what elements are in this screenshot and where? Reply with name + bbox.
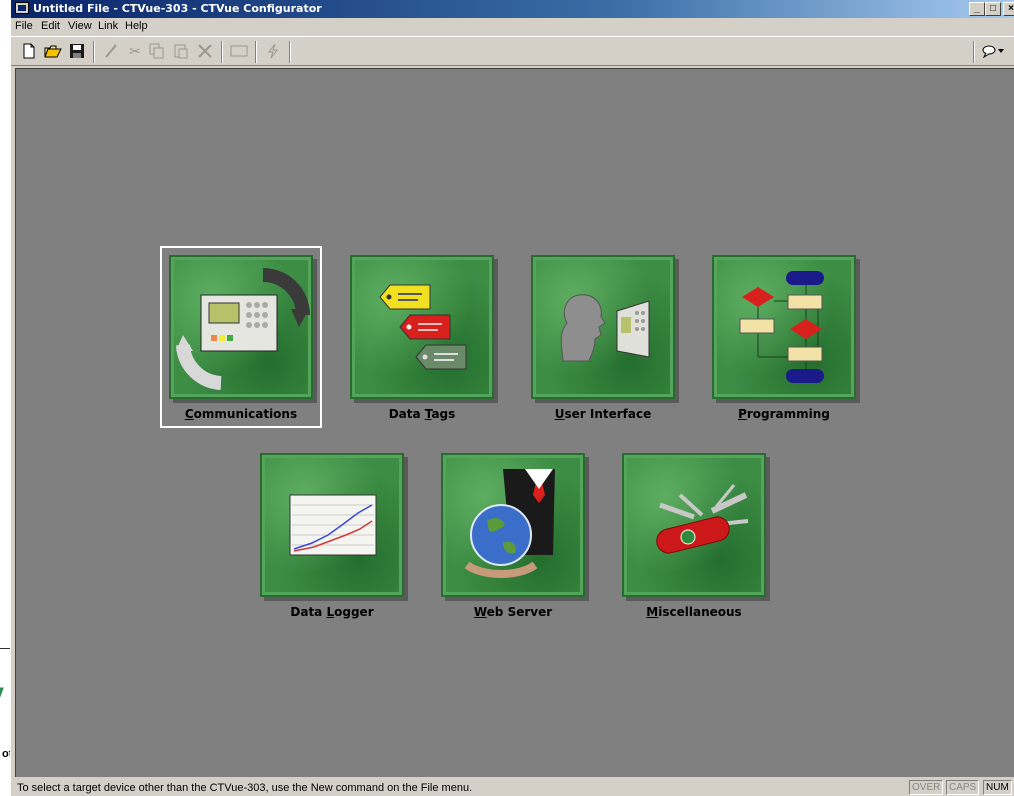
title-bar[interactable]: Untitled File - CTVue-303 - CTVue Config… [11,0,1014,18]
paste-icon[interactable] [171,42,191,60]
tile-communications[interactable]: Communications [169,255,313,421]
data-logger-icon [260,453,404,597]
minimize-button[interactable]: _ [969,2,985,16]
tile-data-logger[interactable]: Data Logger [260,453,404,619]
toolbar: ✂ [11,36,1014,66]
menu-edit[interactable]: Edit [41,20,60,32]
tile-user-interface[interactable]: User Interface [531,255,675,421]
open-folder-icon[interactable] [43,42,63,60]
maximize-button[interactable]: □ [985,2,1001,16]
lightning-icon[interactable] [263,42,283,60]
menu-view[interactable]: View [68,20,92,32]
programming-icon [712,255,856,399]
background-divider [0,648,10,649]
tile-label: Data Logger [290,605,374,619]
app-icon[interactable] [15,2,29,14]
toolbar-separator [221,41,223,63]
tile-label: Web Server [473,605,553,619]
data-tags-icon [350,255,494,399]
toolbar-separator [255,41,257,63]
tile-programming[interactable]: Programming [712,255,856,421]
status-message: To select a target device other than the… [17,782,473,794]
new-file-icon[interactable] [19,42,39,60]
copy-icon[interactable] [147,42,167,60]
toolbar-separator [289,41,291,63]
toolbar-separator [973,41,975,63]
user-interface-icon [531,255,675,399]
tile-miscellaneous[interactable]: Miscellaneous [622,453,766,619]
rectangle-icon[interactable] [229,42,249,60]
status-indicator-num: NUM [983,780,1012,795]
web-server-icon [441,453,585,597]
close-button[interactable]: × [1003,2,1014,16]
pencil-icon[interactable] [101,42,121,60]
toolbar-separator [93,41,95,63]
tile-web-server[interactable]: Web Server [441,453,585,619]
background-logo: V [0,682,10,740]
status-indicator-caps: CAPS [946,780,980,795]
tile-data-tags[interactable]: Data Tags [350,255,494,421]
tile-label: Programming [738,407,830,421]
menu-bar: File Edit View Link Help [11,18,1014,36]
tile-label: Communications [184,407,298,421]
status-indicator-over: OVER [909,780,944,795]
communications-icon [169,255,313,399]
menu-help[interactable]: Help [125,20,148,32]
cut-icon[interactable]: ✂ [125,42,145,60]
configurator-window: Untitled File - CTVue-303 - CTVue Config… [10,0,1014,796]
balloon-icon[interactable] [979,42,1007,60]
window-title: Untitled File - CTVue-303 - CTVue Config… [33,2,322,15]
miscellaneous-icon [622,453,766,597]
tile-label: Miscellaneous [646,605,742,619]
menu-link[interactable]: Link [98,20,118,32]
tile-label: Data Tags [388,407,456,421]
status-bar: To select a target device other than the… [11,777,1014,796]
workspace-area: Communications Data Tags User Interface … [15,68,1014,777]
tile-label: User Interface [554,407,652,421]
delete-icon[interactable] [195,42,215,60]
save-icon[interactable] [67,42,87,60]
menu-file[interactable]: File [15,20,33,32]
background-window-edge: V ot [0,0,12,796]
